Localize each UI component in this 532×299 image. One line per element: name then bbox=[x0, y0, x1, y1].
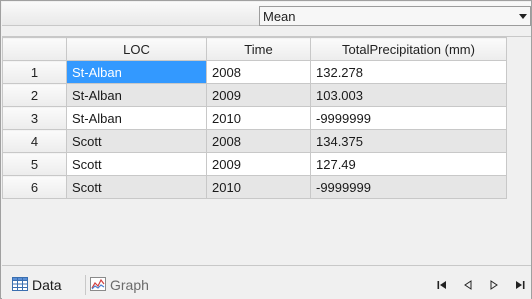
table-row[interactable]: 2 St-Alban 2009 103.003 bbox=[2, 83, 507, 107]
table-row[interactable]: 3 St-Alban 2010 -9999999 bbox=[2, 106, 507, 130]
cell-time[interactable]: 2008 bbox=[206, 129, 311, 153]
cell-value[interactable]: -9999999 bbox=[310, 106, 507, 130]
first-record-icon[interactable] bbox=[435, 278, 449, 292]
cell-value[interactable]: 132.278 bbox=[310, 60, 507, 84]
column-header-total-precipitation[interactable]: TotalPrecipitation (mm) bbox=[310, 37, 507, 61]
cell-time[interactable]: 2010 bbox=[206, 106, 311, 130]
tab-divider bbox=[85, 275, 86, 295]
tab-graph[interactable]: Graph bbox=[90, 275, 149, 295]
cell-time[interactable]: 2010 bbox=[206, 175, 311, 199]
table-row[interactable]: 5 Scott 2009 127.49 bbox=[2, 152, 507, 176]
cell-value[interactable]: -9999999 bbox=[310, 175, 507, 199]
chevron-down-icon[interactable] bbox=[519, 14, 527, 19]
tab-data[interactable]: Data bbox=[12, 275, 62, 295]
table-row[interactable]: 6 Scott 2010 -9999999 bbox=[2, 175, 507, 199]
row-header[interactable]: 4 bbox=[2, 129, 67, 153]
data-viewer-window: Mean LOC Time TotalPrecipitation (mm) 1 … bbox=[0, 0, 532, 299]
column-header-time[interactable]: Time bbox=[206, 37, 311, 61]
previous-record-icon[interactable] bbox=[461, 278, 475, 292]
cell-loc[interactable]: St-Alban bbox=[66, 60, 207, 84]
toolbar: Mean bbox=[2, 2, 531, 26]
data-table: LOC Time TotalPrecipitation (mm) 1 St-Al… bbox=[2, 37, 507, 199]
last-record-icon[interactable] bbox=[513, 278, 527, 292]
row-header[interactable]: 5 bbox=[2, 152, 67, 176]
cell-loc[interactable]: St-Alban bbox=[66, 83, 207, 107]
table-icon bbox=[12, 276, 28, 294]
cell-time[interactable]: 2009 bbox=[206, 83, 311, 107]
cell-value[interactable]: 103.003 bbox=[310, 83, 507, 107]
aggregation-selected-value: Mean bbox=[263, 9, 296, 24]
cell-value[interactable]: 134.375 bbox=[310, 129, 507, 153]
cell-loc[interactable]: Scott bbox=[66, 129, 207, 153]
data-grid: LOC Time TotalPrecipitation (mm) 1 St-Al… bbox=[2, 36, 531, 232]
tab-graph-label: Graph bbox=[110, 277, 149, 293]
cell-loc[interactable]: Scott bbox=[66, 175, 207, 199]
column-header-loc[interactable]: LOC bbox=[66, 37, 207, 61]
table-row[interactable]: 1 St-Alban 2008 132.278 bbox=[2, 60, 507, 84]
tab-strip: Data Graph bbox=[2, 265, 531, 299]
aggregation-dropdown[interactable]: Mean bbox=[259, 6, 531, 26]
record-navigation bbox=[435, 276, 527, 294]
cell-value[interactable]: 127.49 bbox=[310, 152, 507, 176]
row-header[interactable]: 2 bbox=[2, 83, 67, 107]
cell-loc[interactable]: Scott bbox=[66, 152, 207, 176]
line-chart-icon bbox=[90, 276, 106, 294]
row-header[interactable]: 6 bbox=[2, 175, 67, 199]
cell-time[interactable]: 2009 bbox=[206, 152, 311, 176]
header-row: LOC Time TotalPrecipitation (mm) bbox=[2, 37, 507, 61]
corner-header[interactable] bbox=[2, 37, 67, 61]
cell-loc[interactable]: St-Alban bbox=[66, 106, 207, 130]
row-header[interactable]: 1 bbox=[2, 60, 67, 84]
row-header[interactable]: 3 bbox=[2, 106, 67, 130]
next-record-icon[interactable] bbox=[487, 278, 501, 292]
table-row[interactable]: 4 Scott 2008 134.375 bbox=[2, 129, 507, 153]
cell-time[interactable]: 2008 bbox=[206, 60, 311, 84]
tab-data-label: Data bbox=[32, 277, 62, 293]
